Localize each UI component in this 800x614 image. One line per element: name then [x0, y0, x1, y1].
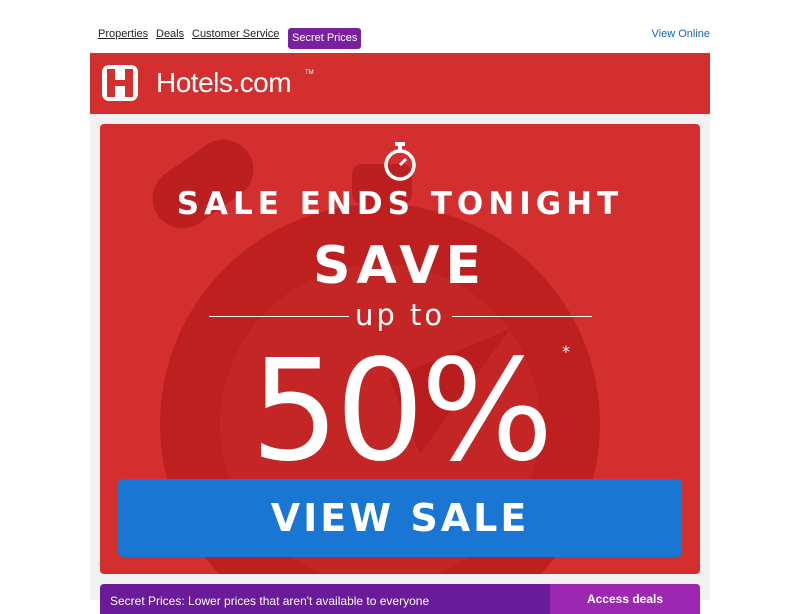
- discount-percent: 50%: [250, 330, 553, 493]
- footnote-asterisk: *: [562, 342, 570, 361]
- view-online-link[interactable]: View Online: [652, 28, 711, 40]
- divider-right: [452, 316, 592, 317]
- secret-prices-strip: Secret Prices: Lower prices that aren't …: [100, 584, 700, 614]
- nav-link-customer-service[interactable]: Customer Service: [192, 28, 279, 40]
- secret-prices-button[interactable]: Secret Prices: [288, 28, 362, 49]
- brand-name: Hotels.com: [156, 67, 292, 98]
- secret-prices-message: Secret Prices: Lower prices that aren't …: [110, 594, 430, 608]
- sale-hero-banner[interactable]: SALE ENDS TONIGHT SAVE up to 50% * VIEW …: [100, 124, 700, 574]
- hotels-logo-icon: [102, 65, 138, 101]
- top-navigation: Properties Deals Customer Service Secret…: [98, 24, 711, 49]
- nav-link-deals[interactable]: Deals: [156, 28, 184, 40]
- brand-header: Hotels.com TM: [90, 53, 710, 114]
- view-sale-button[interactable]: VIEW SALE: [118, 479, 682, 557]
- stopwatch-icon: [384, 142, 416, 181]
- trademark: TM: [305, 70, 314, 76]
- up-to-text: up to: [354, 298, 446, 332]
- nav-link-properties[interactable]: Properties: [98, 28, 148, 40]
- sale-headline: SALE ENDS TONIGHT: [176, 186, 624, 222]
- access-deals-button[interactable]: Access deals: [550, 584, 700, 614]
- save-heading: SAVE: [313, 236, 487, 296]
